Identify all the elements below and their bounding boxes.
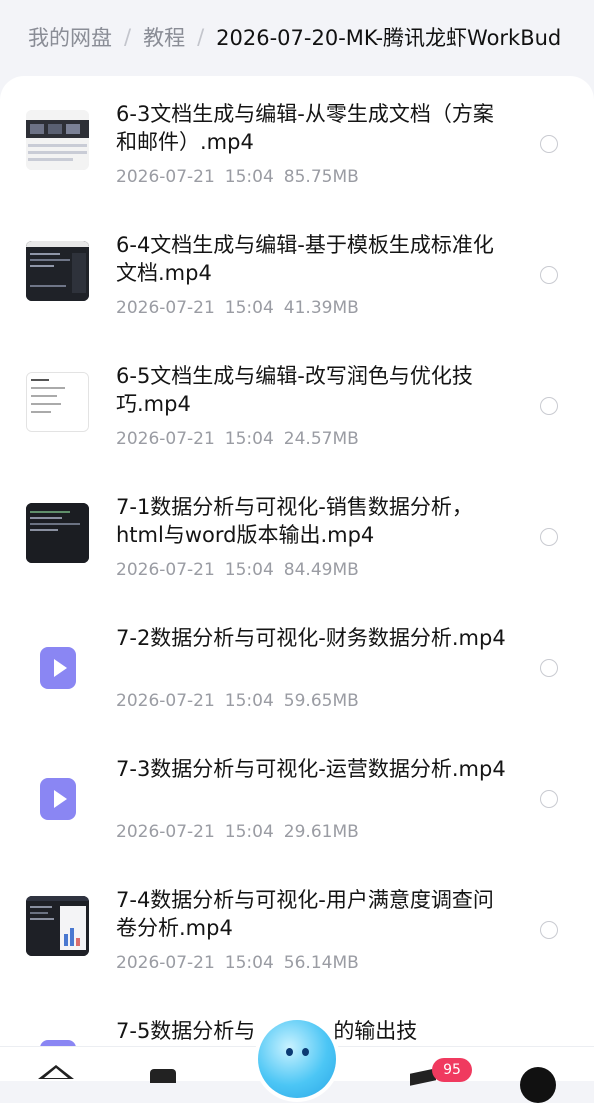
file-row[interactable]: 7-2数据分析与可视化-财务数据分析.mp4 2026-07-21 15:04 59… [0,600,594,731]
file-title: 7-1数据分析与可视化-销售数据分析，html与word版本输出.mp4 [116,495,473,547]
file-date: 2026-07-21 [116,167,215,187]
file-meta: 2026-07-21 15:04 29.61MB [116,822,369,842]
file-row[interactable]: 7-1数据分析与可视化-销售数据分析，html与word版本输出.mp4 202… [0,469,594,600]
orb-eye [302,1048,309,1056]
video-thumbnail [26,241,89,301]
breadcrumb: 我的网盘 / 教程 / 2026-07-20-MK-腾讯龙虾WorkBud [0,0,594,74]
orb-eye [286,1048,293,1056]
video-thumbnail [26,110,89,170]
file-time: 15:04 [224,953,274,973]
file-row[interactable]: 6-4文档生成与编辑-基于模板生成标准化文档.mp4 2026-07-21 15:… [0,207,594,338]
select-radio[interactable] [540,921,558,939]
file-meta: 2026-07-21 15:04 56.14MB [116,953,369,973]
file-size: 85.75MB [283,167,359,187]
breadcrumb-separator: / [124,25,132,49]
file-row[interactable]: 6-3文档生成与编辑-从零生成文档（方案和邮件）.mp4 2026-07-21 1… [0,76,594,207]
file-meta: 2026-07-21 15:04 41.39MB [116,298,369,318]
video-file-icon [40,778,76,820]
breadcrumb-current-folder: 2026-07-20-MK-腾讯龙虾WorkBud [216,26,562,50]
file-title: 7-3数据分析与可视化-运营数据分析.mp4 [116,757,506,781]
file-date: 2026-07-21 [116,298,215,318]
file-date: 2026-07-21 [116,691,215,711]
file-time: 15:04 [224,560,274,580]
file-time: 15:04 [224,691,274,711]
file-size: 59.65MB [283,691,359,711]
file-meta: 2026-07-21 15:04 24.57MB [116,429,369,449]
select-radio[interactable] [540,135,558,153]
select-radio[interactable] [540,266,558,284]
file-title: 6-5文档生成与编辑-改写润色与优化技巧.mp4 [116,364,473,416]
home-icon[interactable] [38,1065,74,1079]
file-row[interactable]: 6-5文档生成与编辑-改写润色与优化技巧.mp4 2026-07-21 15:04… [0,338,594,469]
video-thumbnail [26,372,89,432]
select-radio[interactable] [540,790,558,808]
breadcrumb-tutorials[interactable]: 教程 [143,22,185,52]
file-title: 6-4文档生成与编辑-基于模板生成标准化文档.mp4 [116,233,494,285]
message-badge: 95 [432,1058,472,1082]
assistant-orb-icon[interactable] [258,1020,336,1098]
file-meta: 2026-07-21 15:04 59.65MB [116,691,369,711]
select-radio[interactable] [540,397,558,415]
file-date: 2026-07-21 [116,560,215,580]
file-date: 2026-07-21 [116,822,215,842]
file-size: 84.49MB [283,560,359,580]
file-size: 56.14MB [283,953,359,973]
video-thumbnail [26,896,89,956]
video-file-icon [40,647,76,689]
video-thumbnail [26,503,89,563]
breadcrumb-separator: / [197,25,205,49]
file-title: 7-4数据分析与可视化-用户满意度调查问卷分析.mp4 [116,888,494,940]
file-time: 15:04 [224,429,274,449]
file-size: 41.39MB [283,298,359,318]
file-meta: 2026-07-21 15:04 85.75MB [116,167,369,187]
select-radio[interactable] [540,659,558,677]
breadcrumb-root[interactable]: 我的网盘 [28,22,112,52]
file-list: 6-3文档生成与编辑-从零生成文档（方案和邮件）.mp4 2026-07-21 1… [0,76,594,1080]
file-size: 29.61MB [283,822,359,842]
file-row[interactable]: 7-4数据分析与可视化-用户满意度调查问卷分析.mp4 2026-07-21 15… [0,862,594,993]
file-time: 15:04 [224,298,274,318]
file-meta: 2026-07-21 15:04 84.49MB [116,560,369,580]
profile-icon[interactable] [520,1067,556,1103]
files-icon[interactable] [150,1069,176,1083]
file-time: 15:04 [224,167,274,187]
select-radio[interactable] [540,528,558,546]
file-size: 24.57MB [283,429,359,449]
file-time: 15:04 [224,822,274,842]
file-title: 6-3文档生成与编辑-从零生成文档（方案和邮件）.mp4 [116,102,494,154]
file-date: 2026-07-21 [116,429,215,449]
file-date: 2026-07-21 [116,953,215,973]
file-title: 7-2数据分析与可视化-财务数据分析.mp4 [116,626,506,650]
file-row[interactable]: 7-3数据分析与可视化-运营数据分析.mp4 2026-07-21 15:04 29… [0,731,594,862]
